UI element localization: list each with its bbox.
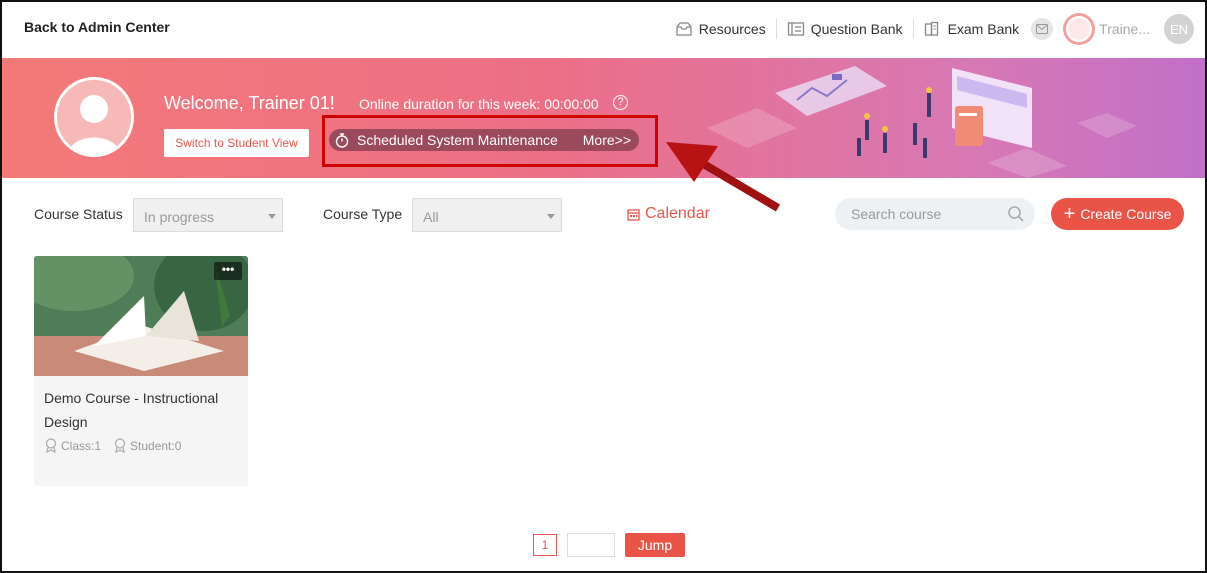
nav-exam-bank[interactable]: Exam Bank [914,21,1030,37]
user-menu[interactable]: Traine... [1063,13,1150,45]
jump-button[interactable]: Jump [625,533,685,557]
nav-resources[interactable]: Resources [665,21,776,37]
chevron-down-icon [547,214,555,219]
exam-bank-icon [924,21,938,36]
resources-icon [676,22,692,36]
course-status-label: Course Status [34,206,123,222]
switch-to-student-view-button[interactable]: Switch to Student View [164,129,309,157]
student-icon [114,438,126,453]
course-type-label: Course Type [323,206,403,222]
course-type-select[interactable]: All [412,198,562,232]
header-nav: Resources Question Bank Exam Bank Traine… [665,12,1207,46]
page-jump-input[interactable] [567,533,615,557]
annotation-arrow [666,142,781,212]
course-more-button[interactable]: ••• [214,262,242,280]
calendar-icon [627,208,640,221]
student-count-label: Student:0 [130,438,182,453]
class-count-label: Class:1 [61,438,102,453]
language-switch[interactable]: EN [1164,14,1194,44]
plus-icon: + [1063,203,1076,225]
search-placeholder: Search course [851,206,942,222]
course-status-value: In progress [144,209,215,225]
create-course-button[interactable]: + Create Course [1051,198,1184,230]
messages-button[interactable] [1031,18,1054,40]
trainer-avatar [54,77,134,157]
course-type-value: All [423,209,439,225]
page-number-current[interactable]: 1 [533,534,557,556]
question-bank-icon [787,22,804,36]
mail-icon [1036,24,1049,34]
course-status-select[interactable]: In progress [133,198,283,232]
user-silhouette-icon [57,80,131,154]
avatar-icon [1066,16,1093,42]
user-avatar [1063,13,1096,45]
help-icon[interactable]: ? [613,95,628,110]
back-to-admin-link[interactable]: Back to Admin Center [24,19,170,35]
chevron-down-icon [268,214,276,219]
user-name: Traine... [1099,21,1150,37]
search-icon[interactable] [1007,205,1025,223]
course-thumbnail: ••• [34,256,248,376]
class-count: Class:1 [44,438,101,453]
online-duration: Online duration for this week: 00:00:00 [359,96,599,112]
nav-question-bank[interactable]: Question Bank [777,21,913,37]
course-title: Demo Course - Instructional Design [44,390,219,430]
search-course-input[interactable]: Search course [835,198,1035,230]
student-count: Student:0 [113,438,181,453]
nav-exam-bank-label: Exam Bank [947,21,1020,37]
course-card[interactable]: ••• Demo Course - Instructional Design C… [34,256,248,486]
nav-question-bank-label: Question Bank [810,21,903,37]
welcome-message: Welcome, Trainer 01! [164,93,335,113]
nav-resources-label: Resources [698,21,766,37]
course-meta: Class:1 Student:0 [44,438,193,453]
annotation-highlight-box [322,115,658,167]
top-navigation-bar: Back to Admin Center Resources Question … [0,0,1207,58]
create-course-label: Create Course [1080,206,1172,222]
class-icon [45,438,57,453]
